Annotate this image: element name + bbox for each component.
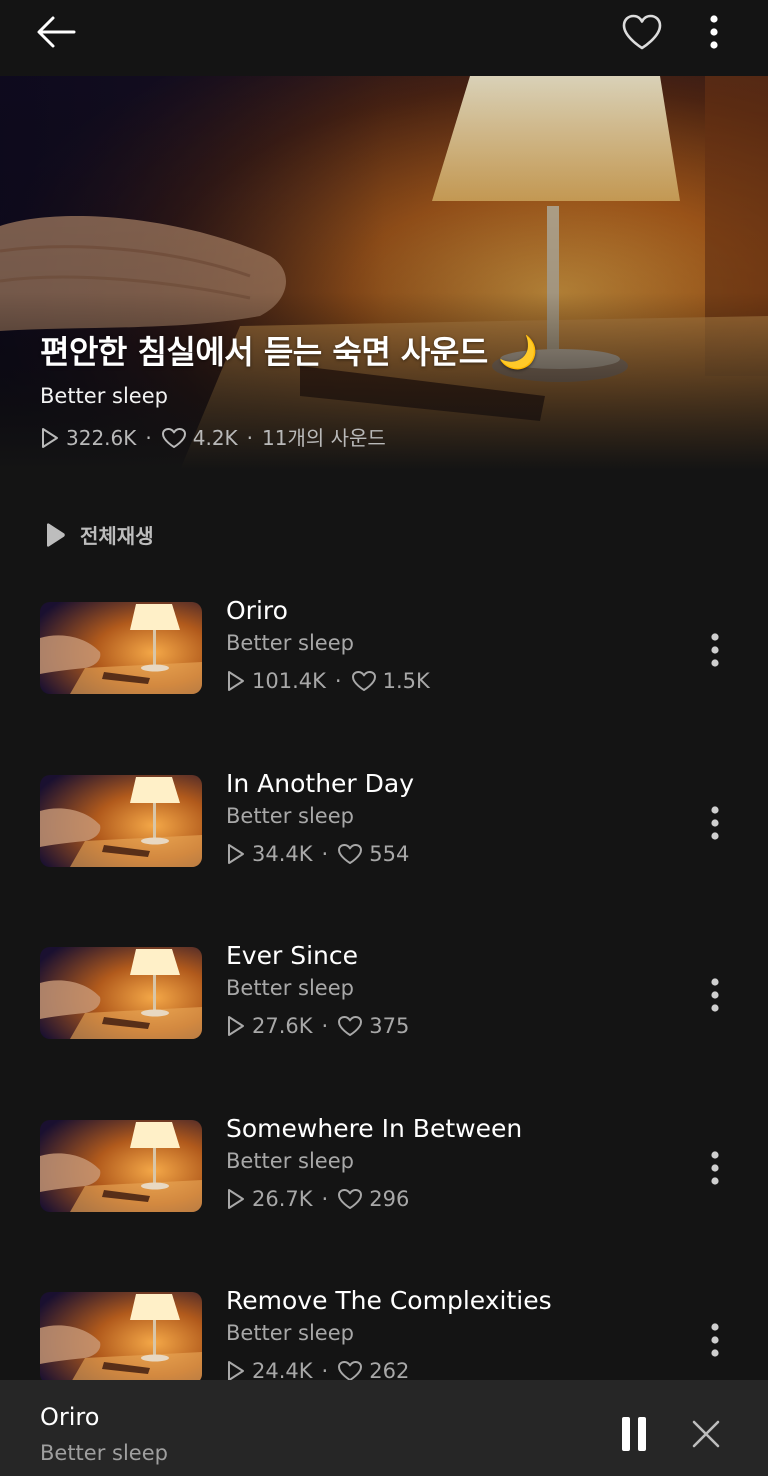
track-stats: 101.4K · 1.5K (226, 666, 430, 696)
like-count-icon (351, 671, 376, 691)
like-count-icon (161, 428, 186, 448)
separator-dot: · (321, 1014, 329, 1038)
play-all-button[interactable]: 전체재생 (44, 520, 154, 549)
track-info: Ever Since Better sleep 27.6K · 375 (226, 939, 409, 1041)
track-cover-image (40, 602, 202, 694)
track-more-button[interactable] (700, 803, 730, 843)
track-artist: Better sleep (226, 1149, 354, 1173)
track-play-count: 26.7K (252, 1187, 313, 1211)
separator-dot: · (145, 426, 152, 450)
track-like-count: 375 (369, 1014, 410, 1038)
more-vertical-icon (711, 806, 719, 840)
pause-button[interactable] (612, 1414, 656, 1454)
track-more-button[interactable] (700, 1320, 730, 1360)
playlist-stats: 322.6K · 4.2K · 11개의 사운드 (40, 424, 748, 452)
playlist-title: 편안한 침실에서 듣는 숙면 사운드 🌙 (40, 330, 748, 374)
track-thumbnail[interactable] (40, 775, 202, 867)
track-info: Somewhere In Between Better sleep 26.7K … (226, 1112, 522, 1214)
playlist-like-count: 4.2K (192, 426, 238, 450)
play-count-icon (228, 671, 244, 691)
track-info: Oriro Better sleep 101.4K · 1.5K (226, 594, 430, 696)
track-more-button[interactable] (700, 1148, 730, 1188)
track-title[interactable]: Remove The Complexities (226, 1284, 552, 1318)
playlist-play-count: 322.6K (66, 426, 137, 450)
arrow-left-icon (37, 16, 76, 48)
track-more-button[interactable] (700, 975, 730, 1015)
playlist-hero: 편안한 침실에서 듣는 숙면 사운드 🌙 Better sleep 322.6K… (0, 76, 768, 470)
track-play-count: 34.4K (252, 842, 313, 866)
close-player-button[interactable] (686, 1414, 726, 1454)
track-like-count: 554 (369, 842, 410, 866)
track-like-count: 1.5K (382, 669, 430, 693)
close-icon (692, 1420, 720, 1448)
play-all-label: 전체재생 (80, 524, 154, 548)
track-title[interactable]: Ever Since (226, 939, 409, 973)
track-thumbnail[interactable] (40, 602, 202, 694)
track-thumbnail[interactable] (40, 1120, 202, 1212)
playlist-info: 편안한 침실에서 듣는 숙면 사운드 🌙 Better sleep 322.6K… (40, 330, 748, 452)
track-title[interactable]: Oriro (226, 594, 430, 628)
play-count-icon (42, 428, 58, 448)
moon-emoji: 🌙 (498, 333, 538, 371)
like-count-icon (338, 1361, 363, 1381)
track-info: In Another Day Better sleep 34.4K · 554 (226, 767, 414, 869)
track-cover-image (40, 947, 202, 1039)
track-title[interactable]: In Another Day (226, 767, 414, 801)
track-like-count: 296 (369, 1187, 410, 1211)
track-row[interactable]: In Another Day Better sleep 34.4K · 554 (0, 769, 768, 905)
track-cover-image (40, 775, 202, 867)
track-row[interactable]: Somewhere In Between Better sleep 26.7K … (0, 1114, 768, 1250)
play-count-icon (228, 844, 244, 864)
pause-icon (622, 1417, 646, 1451)
separator-dot: · (321, 842, 329, 866)
playlist-screen: 편안한 침실에서 듣는 숙면 사운드 🌙 Better sleep 322.6K… (0, 0, 768, 1476)
track-artist: Better sleep (226, 804, 354, 828)
track-info: Remove The Complexities Better sleep 24.… (226, 1284, 552, 1386)
track-play-count: 101.4K (252, 669, 326, 693)
track-title[interactable]: Somewhere In Between (226, 1112, 522, 1146)
more-options-button[interactable] (696, 10, 732, 54)
back-button[interactable] (34, 12, 78, 52)
track-artist: Better sleep (226, 631, 354, 655)
heart-outline-icon (622, 14, 662, 50)
track-thumbnail[interactable] (40, 1292, 202, 1384)
playlist-title-text: 편안한 침실에서 듣는 숙면 사운드 (40, 333, 488, 371)
play-count-icon (228, 1189, 244, 1209)
track-stats: 26.7K · 296 (226, 1184, 522, 1214)
track-cover-image (40, 1120, 202, 1212)
more-vertical-icon (711, 1151, 719, 1185)
favorite-button[interactable] (618, 10, 666, 54)
playlist-sound-count: 11개의 사운드 (262, 426, 386, 450)
mini-player[interactable]: Oriro Better sleep (0, 1380, 768, 1476)
track-row[interactable]: Oriro Better sleep 101.4K · 1.5K (0, 596, 768, 732)
track-thumbnail[interactable] (40, 947, 202, 1039)
separator-dot: · (246, 426, 254, 450)
playlist-artist: Better sleep (40, 384, 168, 408)
play-count-icon (228, 1016, 244, 1036)
more-vertical-icon (710, 15, 718, 49)
more-vertical-icon (711, 978, 719, 1012)
mini-player-title[interactable]: Oriro (40, 1402, 99, 1432)
track-cover-image (40, 1292, 202, 1384)
track-row[interactable]: Ever Since Better sleep 27.6K · 375 (0, 941, 768, 1077)
play-count-icon (228, 1361, 244, 1381)
play-icon (47, 522, 65, 547)
track-artist: Better sleep (226, 976, 354, 1000)
like-count-icon (338, 1189, 363, 1209)
track-play-count: 27.6K (252, 1014, 313, 1038)
separator-dot: · (334, 669, 342, 693)
like-count-icon (338, 844, 363, 864)
track-stats: 34.4K · 554 (226, 839, 414, 869)
track-stats: 27.6K · 375 (226, 1011, 409, 1041)
more-vertical-icon (711, 1323, 719, 1357)
top-bar (0, 0, 768, 76)
more-vertical-icon (711, 633, 719, 667)
track-more-button[interactable] (700, 630, 730, 670)
mini-player-artist: Better sleep (40, 1441, 168, 1465)
track-artist: Better sleep (226, 1321, 354, 1345)
separator-dot: · (321, 1187, 329, 1211)
like-count-icon (338, 1016, 363, 1036)
